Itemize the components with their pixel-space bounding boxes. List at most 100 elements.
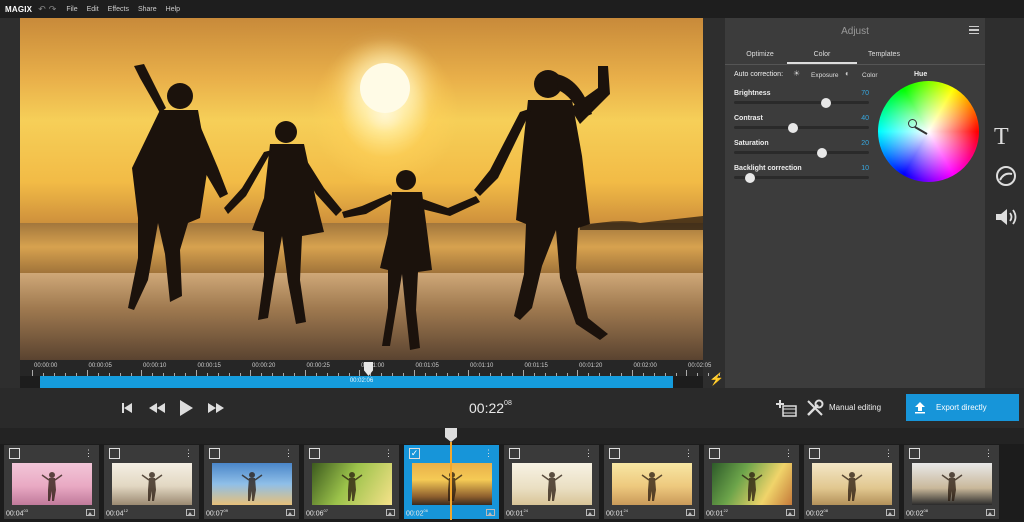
export-directly-button[interactable]: Export directly <box>906 394 1019 421</box>
timeline-clip[interactable]: ✓ ⋮ 00:0206 <box>404 445 499 519</box>
clip-checkbox[interactable]: ✓ <box>409 448 420 459</box>
fast-forward-icon[interactable] <box>207 402 225 414</box>
slider-track[interactable] <box>734 101 869 104</box>
ruler-tick-label: 00:00:05 <box>88 363 112 369</box>
slider-track[interactable] <box>734 126 869 129</box>
clip-menu-icon[interactable]: ⋮ <box>384 448 393 459</box>
slider-knob[interactable] <box>745 172 756 183</box>
ruler-tick-label: 00:02:05 <box>688 363 712 369</box>
timeline-clip[interactable]: ⋮ 00:0709 <box>204 445 299 519</box>
skip-back-icon[interactable] <box>121 402 133 414</box>
clip-checkbox[interactable] <box>509 448 520 459</box>
slider-knob[interactable] <box>816 147 827 158</box>
hue-wheel[interactable] <box>878 81 979 182</box>
clip-menu-icon[interactable]: ⋮ <box>484 448 493 459</box>
tab-optimize[interactable]: Optimize <box>725 51 795 58</box>
clip-menu-icon[interactable]: ⋮ <box>984 448 993 459</box>
image-icon[interactable] <box>786 509 795 516</box>
clip-duration-frames: 06 <box>423 507 428 513</box>
image-icon[interactable] <box>186 509 195 516</box>
timeline-clip[interactable]: ⋮ 00:0208 <box>904 445 999 519</box>
exposure-label[interactable]: Exposure <box>811 72 838 79</box>
clip-menu-icon[interactable]: ⋮ <box>684 448 693 459</box>
clip-thumbnail[interactable] <box>312 463 392 505</box>
clip-thumbnail[interactable] <box>612 463 692 505</box>
slider-knob[interactable] <box>820 97 831 108</box>
clip-checkbox[interactable] <box>709 448 720 459</box>
slider-track[interactable] <box>734 151 869 154</box>
clip-thumbnail[interactable] <box>712 463 792 505</box>
clip-checkbox[interactable] <box>209 448 220 459</box>
image-icon[interactable] <box>86 509 95 516</box>
redo-icon[interactable]: ↷ <box>49 4 57 15</box>
video-preview[interactable] <box>20 18 703 360</box>
menu-file[interactable]: File <box>66 6 77 13</box>
tab-divider <box>725 64 985 65</box>
clip-checkbox[interactable] <box>609 448 620 459</box>
preview-current-time: 00:02:06 <box>349 378 374 384</box>
timeline-clip[interactable]: ⋮ 00:0124 <box>604 445 699 519</box>
clip-duration: 00:0124 <box>506 508 528 517</box>
clip-menu-icon[interactable]: ⋮ <box>884 448 893 459</box>
timeline-clip[interactable]: ⋮ 00:0607 <box>304 445 399 519</box>
manual-editing-label[interactable]: Manual editing <box>829 403 881 412</box>
play-icon[interactable] <box>179 399 194 417</box>
clip-thumbnail[interactable] <box>812 463 892 505</box>
timecode-frames: 08 <box>504 400 512 407</box>
clip-duration-main: 00:02 <box>906 510 924 517</box>
tools-icon[interactable] <box>806 399 824 417</box>
timeline-ruler[interactable] <box>0 428 1024 444</box>
clip-thumbnail[interactable] <box>512 463 592 505</box>
clip-thumbnail[interactable] <box>112 463 192 505</box>
preview-timeline-ruler[interactable]: 00:00:00 00:00:05 00:00:10 00:00:15 00:00:20… <box>20 360 731 376</box>
clip-menu-icon[interactable]: ⋮ <box>284 448 293 459</box>
color-correction-icon[interactable]: ◐ <box>845 69 850 78</box>
rewind-icon[interactable] <box>148 402 166 414</box>
clip-menu-icon[interactable]: ⋮ <box>184 448 193 459</box>
clip-thumbnail[interactable] <box>212 463 292 505</box>
clip-checkbox[interactable] <box>909 448 920 459</box>
menu-edit[interactable]: Edit <box>87 6 99 13</box>
clip-checkbox[interactable] <box>309 448 320 459</box>
clip-thumbnail[interactable] <box>12 463 92 505</box>
tab-color[interactable]: Color <box>787 51 857 58</box>
color-label[interactable]: Color <box>862 72 878 79</box>
exposure-icon[interactable]: ☀ <box>793 69 800 78</box>
clip-menu-icon[interactable]: ⋮ <box>584 448 593 459</box>
menu-share[interactable]: Share <box>138 6 157 13</box>
preview-range-bar[interactable]: 00:02:06 <box>20 376 703 388</box>
clip-menu-icon[interactable]: ⋮ <box>784 448 793 459</box>
timeline-clip[interactable]: ⋮ 00:0412 <box>104 445 199 519</box>
slider-knob[interactable] <box>788 122 799 133</box>
image-icon[interactable] <box>986 509 995 516</box>
menu-help[interactable]: Help <box>166 6 180 13</box>
image-icon[interactable] <box>386 509 395 516</box>
clip-duration-frames: 24 <box>523 507 528 513</box>
menu-icon[interactable] <box>969 26 979 34</box>
timeline-clip[interactable]: ⋮ 00:0208 <box>804 445 899 519</box>
timeline-clip[interactable]: ⋮ 00:0124 <box>504 445 599 519</box>
text-icon[interactable]: T <box>994 124 1009 151</box>
clip-checkbox[interactable] <box>9 448 20 459</box>
menu-effects[interactable]: Effects <box>108 6 129 13</box>
slider-label: Brightness <box>734 90 771 97</box>
slider-value: 40 <box>861 115 869 122</box>
image-icon[interactable] <box>686 509 695 516</box>
add-media-icon[interactable] <box>775 399 797 417</box>
image-icon[interactable] <box>886 509 895 516</box>
color-wheel-icon[interactable] <box>994 164 1018 188</box>
tab-templates[interactable]: Templates <box>849 51 919 58</box>
flash-icon[interactable]: ⚡ <box>709 372 724 386</box>
image-icon[interactable] <box>486 509 495 516</box>
clip-checkbox[interactable] <box>809 448 820 459</box>
clip-thumbnail[interactable] <box>912 463 992 505</box>
timeline-clip[interactable]: ⋮ 00:0122 <box>704 445 799 519</box>
clip-thumbnail[interactable] <box>412 463 492 505</box>
speaker-icon[interactable] <box>994 206 1018 228</box>
timeline-clip[interactable]: ⋮ 00:0403 <box>4 445 99 519</box>
image-icon[interactable] <box>286 509 295 516</box>
clip-checkbox[interactable] <box>109 448 120 459</box>
clip-menu-icon[interactable]: ⋮ <box>84 448 93 459</box>
undo-icon[interactable]: ↶ <box>38 4 46 15</box>
image-icon[interactable] <box>586 509 595 516</box>
